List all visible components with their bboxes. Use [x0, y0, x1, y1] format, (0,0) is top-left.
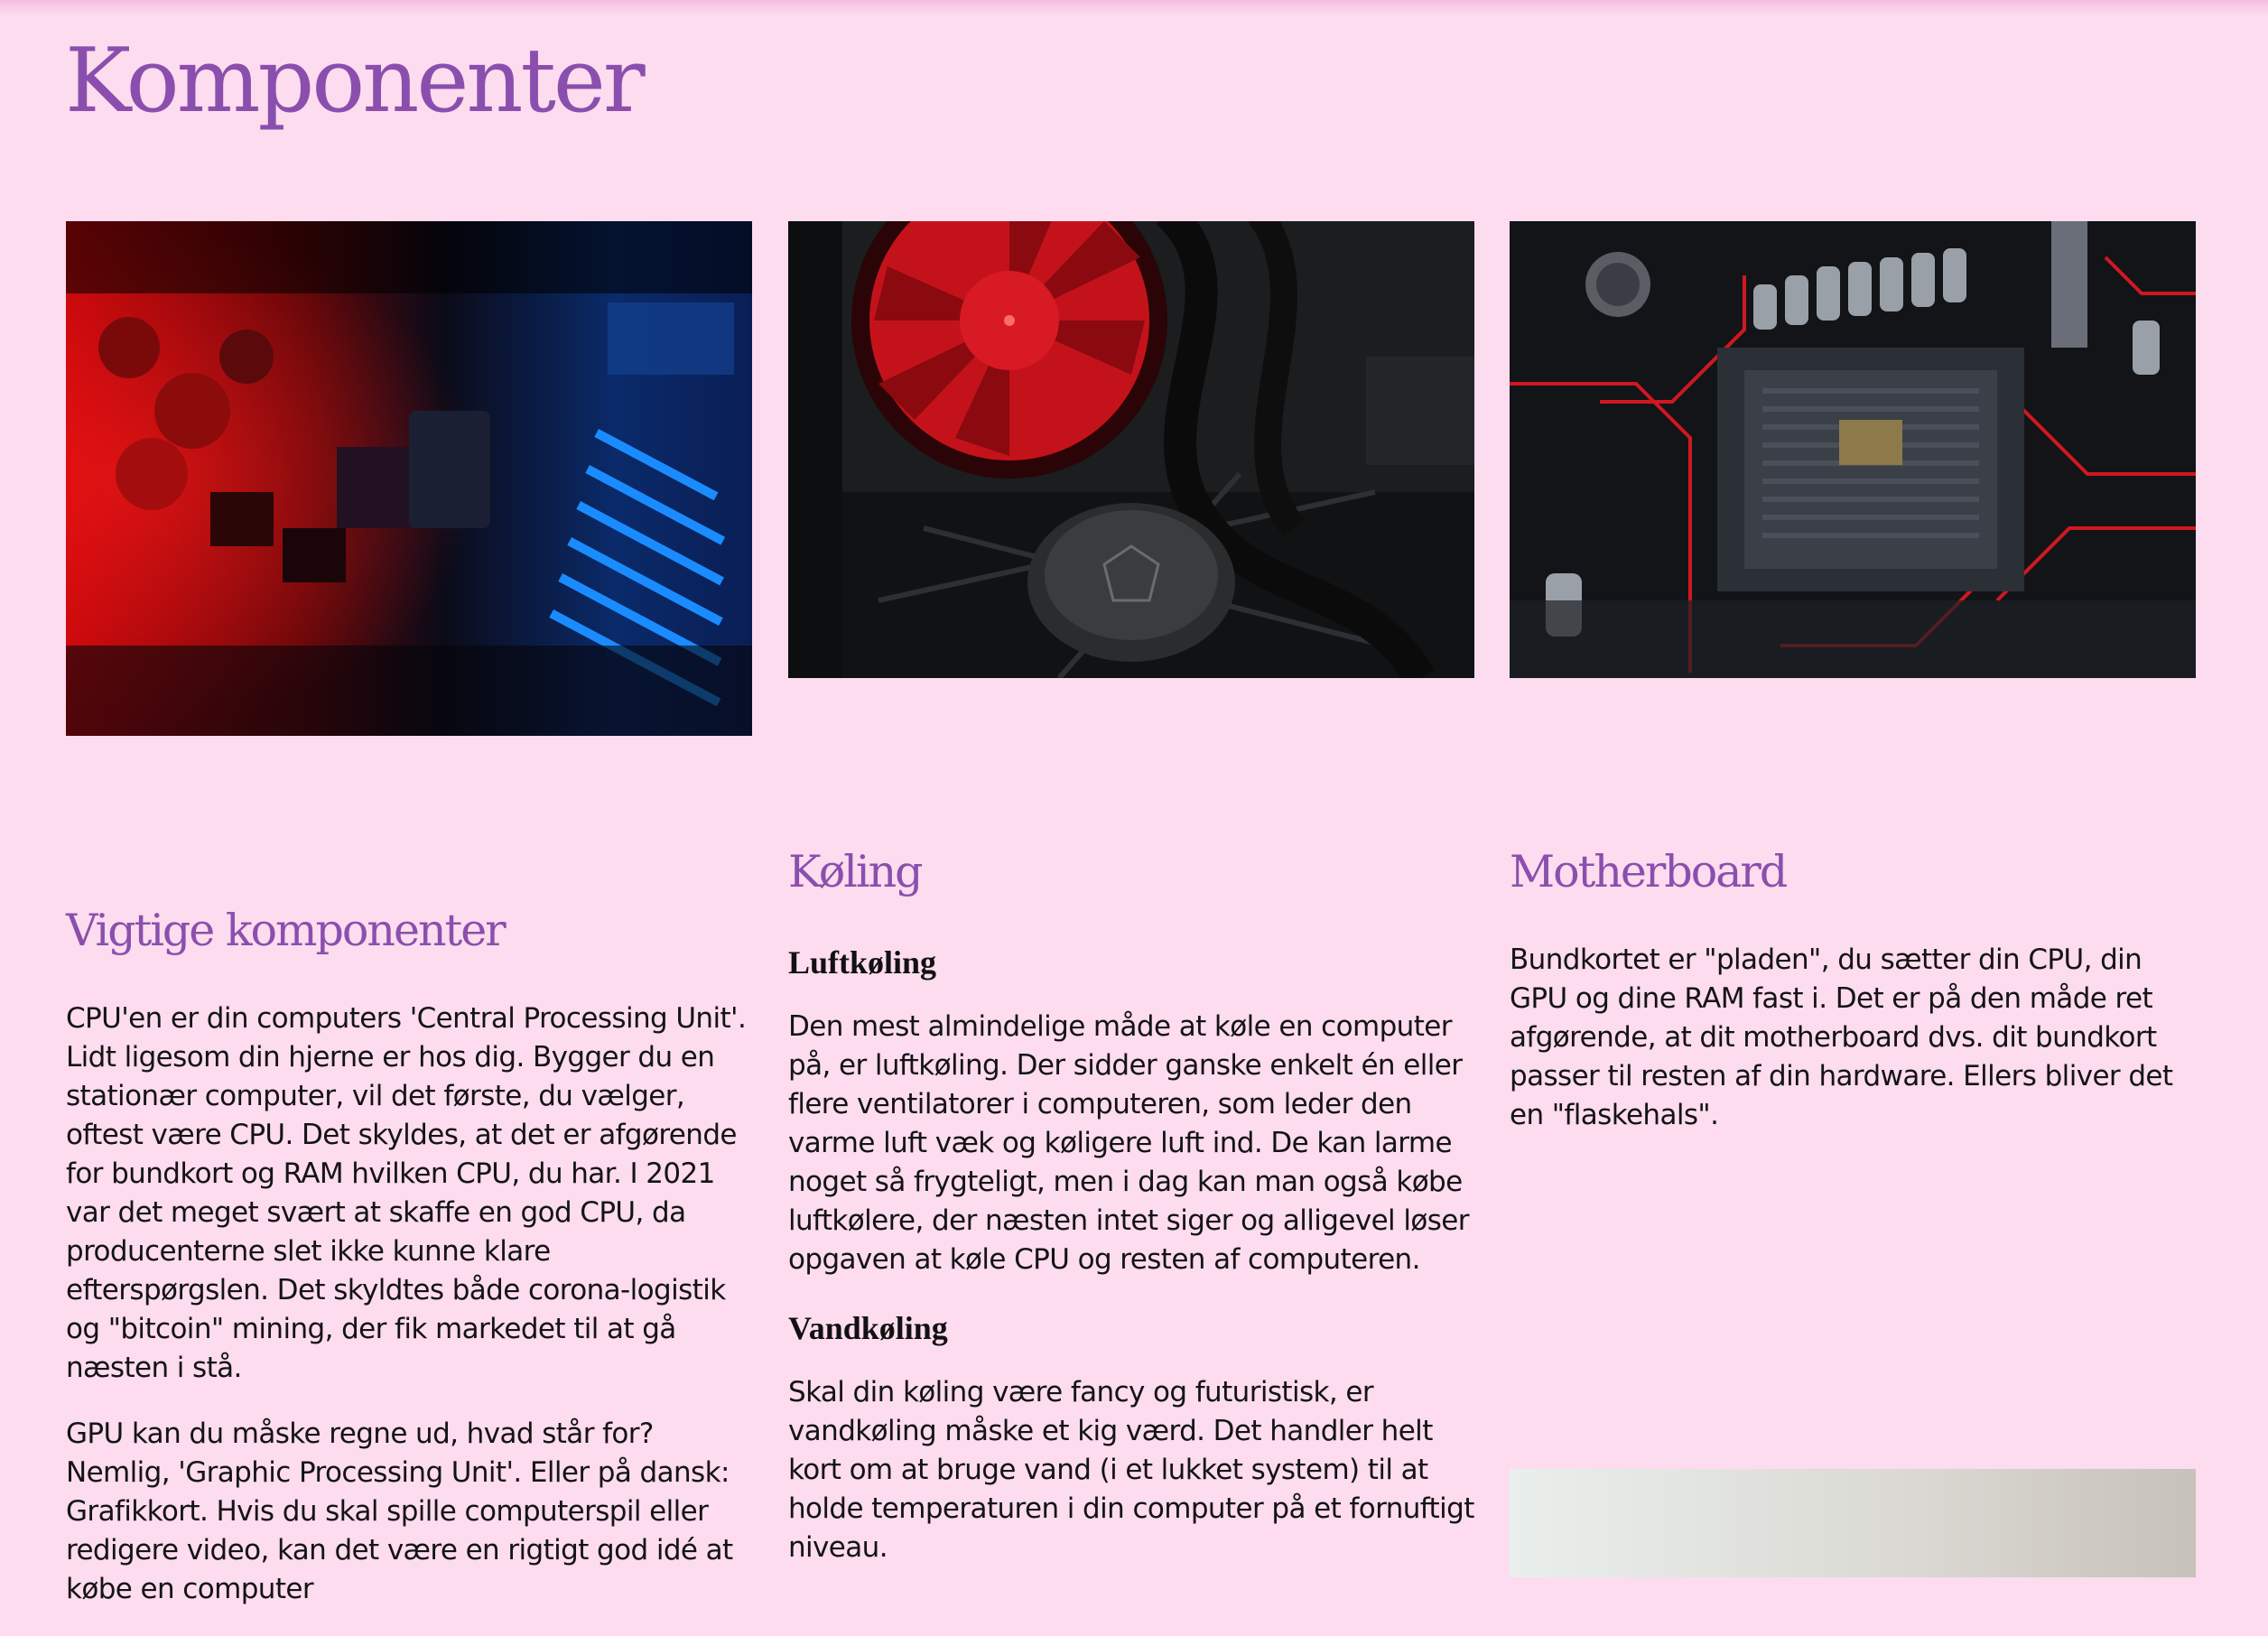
page-title: Komponenter [65, 30, 646, 133]
paragraph-cpu: CPU'en er din computers 'Central Process… [66, 1002, 747, 1384]
column-vigtige-komponenter: Vigtige komponenter CPU'en er din comput… [66, 898, 757, 1636]
white-hardware-photo [1510, 1469, 2196, 1577]
pcb-components-red-blue-photo [66, 221, 752, 736]
section-heading: Køling [788, 846, 924, 897]
subheading-vandkoling: Vandkøling [788, 1310, 948, 1346]
paragraph-luftkoling: Den mest almindelige måde at køle en com… [788, 1010, 1469, 1276]
column-motherboard: Motherboard Bundkortet er "pladen", du s… [1510, 840, 2200, 1162]
cpu-cooler-red-fan-photo [788, 221, 1474, 678]
paragraph-motherboard: Bundkortet er "pladen", du sætter din CP… [1510, 943, 2173, 1131]
section-heading: Motherboard [1510, 846, 1788, 897]
column-koling: Køling Luftkøling Den mest almindelige m… [788, 840, 1479, 1594]
subheading-luftkoling: Luftkøling [788, 944, 937, 981]
top-gradient-bar [0, 0, 2268, 14]
section-heading: Vigtige komponenter [66, 905, 507, 956]
motherboard-cpu-socket-photo [1510, 221, 2196, 678]
paragraph-vandkoling: Skal din køling være fancy og futuristis… [788, 1376, 1474, 1564]
paragraph-gpu: GPU kan du måske regne ud, hvad står for… [66, 1418, 733, 1605]
